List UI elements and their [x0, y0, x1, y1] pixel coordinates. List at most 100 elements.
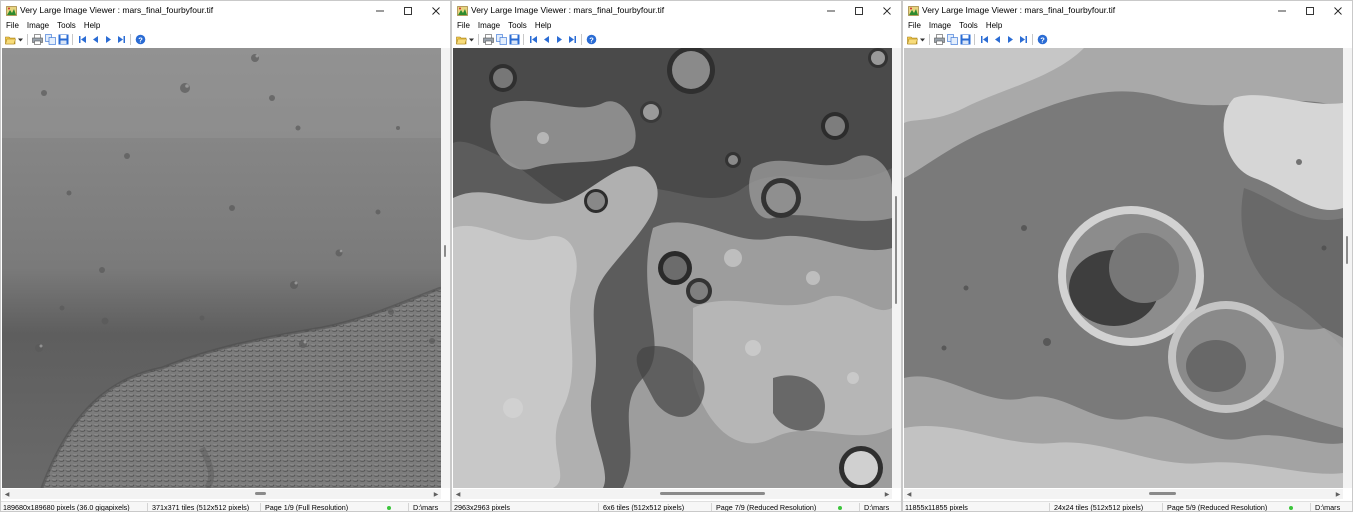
menu-tools[interactable]: Tools — [958, 20, 983, 32]
menu-tools[interactable]: Tools — [56, 20, 81, 32]
open-button[interactable] — [4, 34, 16, 46]
menu-help[interactable]: Help — [534, 20, 556, 32]
previous-page-icon — [543, 36, 549, 43]
help-button[interactable]: ? — [134, 34, 146, 46]
print-button[interactable] — [482, 34, 494, 46]
first-page-button[interactable] — [76, 34, 88, 46]
minimize-button[interactable] — [366, 1, 394, 20]
next-page-button[interactable] — [102, 34, 114, 46]
first-page-button[interactable] — [527, 34, 539, 46]
copy-button[interactable] — [44, 34, 56, 46]
vertical-scroll-thumb[interactable] — [1346, 236, 1348, 264]
status-tiles: 6x6 tiles (512x512 pixels) — [603, 503, 685, 512]
scroll-right-arrow[interactable]: ▶ — [432, 490, 440, 498]
last-page-button[interactable] — [115, 34, 127, 46]
first-page-button[interactable] — [978, 34, 990, 46]
svg-text:?: ? — [1040, 35, 1045, 44]
image-viewport[interactable] — [453, 48, 892, 488]
previous-page-button[interactable] — [991, 34, 1003, 46]
maximize-button[interactable] — [394, 1, 422, 20]
close-button[interactable] — [422, 1, 450, 20]
scroll-right-arrow[interactable]: ▶ — [1334, 490, 1342, 498]
viewer-window-2: Very Large Image Viewer : mars_final_fou… — [451, 0, 902, 512]
vertical-scrollbar[interactable] — [441, 48, 450, 488]
image-viewport[interactable] — [904, 48, 1343, 488]
copy-button[interactable] — [946, 34, 958, 46]
title-bar[interactable]: Very Large Image Viewer : mars_final_fou… — [1, 1, 450, 20]
menu-image[interactable]: Image — [26, 20, 54, 32]
open-button[interactable] — [455, 34, 467, 46]
previous-page-button[interactable] — [540, 34, 552, 46]
horizontal-scroll-thumb[interactable] — [1149, 492, 1176, 495]
maximize-button[interactable] — [1296, 1, 1324, 20]
menu-help[interactable]: Help — [985, 20, 1007, 32]
print-button[interactable] — [31, 34, 43, 46]
save-icon — [509, 34, 519, 45]
print-icon — [482, 34, 494, 45]
print-button[interactable] — [933, 34, 945, 46]
scroll-left-arrow[interactable]: ◀ — [454, 490, 462, 498]
open-dropdown-button[interactable] — [468, 34, 475, 46]
status-indicator-icon — [1289, 506, 1293, 510]
horizontal-scrollbar[interactable]: ◀ ▶ — [453, 489, 892, 499]
status-divider — [1162, 503, 1163, 511]
menu-help[interactable]: Help — [83, 20, 105, 32]
maximize-button[interactable] — [845, 1, 873, 20]
close-button[interactable] — [873, 1, 901, 20]
close-button[interactable] — [1324, 1, 1352, 20]
horizontal-scrollbar[interactable]: ◀ ▶ — [2, 489, 441, 499]
image-viewport[interactable] — [2, 48, 441, 488]
menu-image[interactable]: Image — [477, 20, 505, 32]
window-title: Very Large Image Viewer : mars_final_fou… — [471, 5, 665, 15]
status-divider — [1310, 503, 1311, 511]
save-button[interactable] — [57, 34, 69, 46]
title-bar[interactable]: Very Large Image Viewer : mars_final_fou… — [452, 1, 901, 20]
first-page-icon — [78, 36, 86, 43]
menu-file[interactable]: File — [907, 20, 926, 32]
copy-button[interactable] — [495, 34, 507, 46]
save-button[interactable] — [959, 34, 971, 46]
scroll-right-arrow[interactable]: ▶ — [883, 490, 891, 498]
help-button[interactable]: ? — [585, 34, 597, 46]
menu-bar: File Image Tools Help — [903, 20, 1352, 32]
app-icon — [6, 6, 17, 16]
menu-image[interactable]: Image — [928, 20, 956, 32]
horizontal-scroll-thumb[interactable] — [660, 492, 765, 495]
last-page-button[interactable] — [1017, 34, 1029, 46]
close-icon — [432, 6, 440, 15]
next-page-button[interactable] — [1004, 34, 1016, 46]
mars-image-tile — [904, 48, 1343, 488]
vertical-scrollbar[interactable] — [892, 48, 901, 488]
horizontal-scroll-thumb[interactable] — [255, 492, 266, 495]
status-bar: 11855x11855 pixels 24x24 tiles (512x512 … — [903, 501, 1352, 511]
save-icon — [960, 34, 970, 45]
viewer-window-1: Very Large Image Viewer : mars_final_fou… — [0, 0, 451, 512]
first-page-icon — [529, 36, 537, 43]
menu-tools[interactable]: Tools — [507, 20, 532, 32]
vertical-scrollbar[interactable] — [1343, 48, 1352, 488]
open-dropdown-button[interactable] — [17, 34, 24, 46]
open-dropdown-button[interactable] — [919, 34, 926, 46]
scroll-left-arrow[interactable]: ◀ — [905, 490, 913, 498]
title-bar[interactable]: Very Large Image Viewer : mars_final_fou… — [903, 1, 1352, 20]
menu-file[interactable]: File — [5, 20, 24, 32]
save-button[interactable] — [508, 34, 520, 46]
next-page-button[interactable] — [553, 34, 565, 46]
toolbar-separator — [974, 34, 975, 45]
minimize-button[interactable] — [1268, 1, 1296, 20]
vertical-scroll-thumb[interactable] — [444, 245, 446, 257]
toolbar: ? — [452, 32, 901, 47]
toolbar-separator — [27, 34, 28, 45]
status-page: Page 1/9 (Full Resolution) — [265, 503, 349, 512]
horizontal-scrollbar[interactable]: ◀ ▶ — [904, 489, 1343, 499]
toolbar-separator — [929, 34, 930, 45]
minimize-button[interactable] — [817, 1, 845, 20]
menu-file[interactable]: File — [456, 20, 475, 32]
help-button[interactable]: ? — [1036, 34, 1048, 46]
vertical-scroll-thumb[interactable] — [895, 196, 897, 304]
last-page-button[interactable] — [566, 34, 578, 46]
previous-page-button[interactable] — [89, 34, 101, 46]
scroll-left-arrow[interactable]: ◀ — [3, 490, 11, 498]
open-button[interactable] — [906, 34, 918, 46]
minimize-icon — [1278, 10, 1286, 11]
